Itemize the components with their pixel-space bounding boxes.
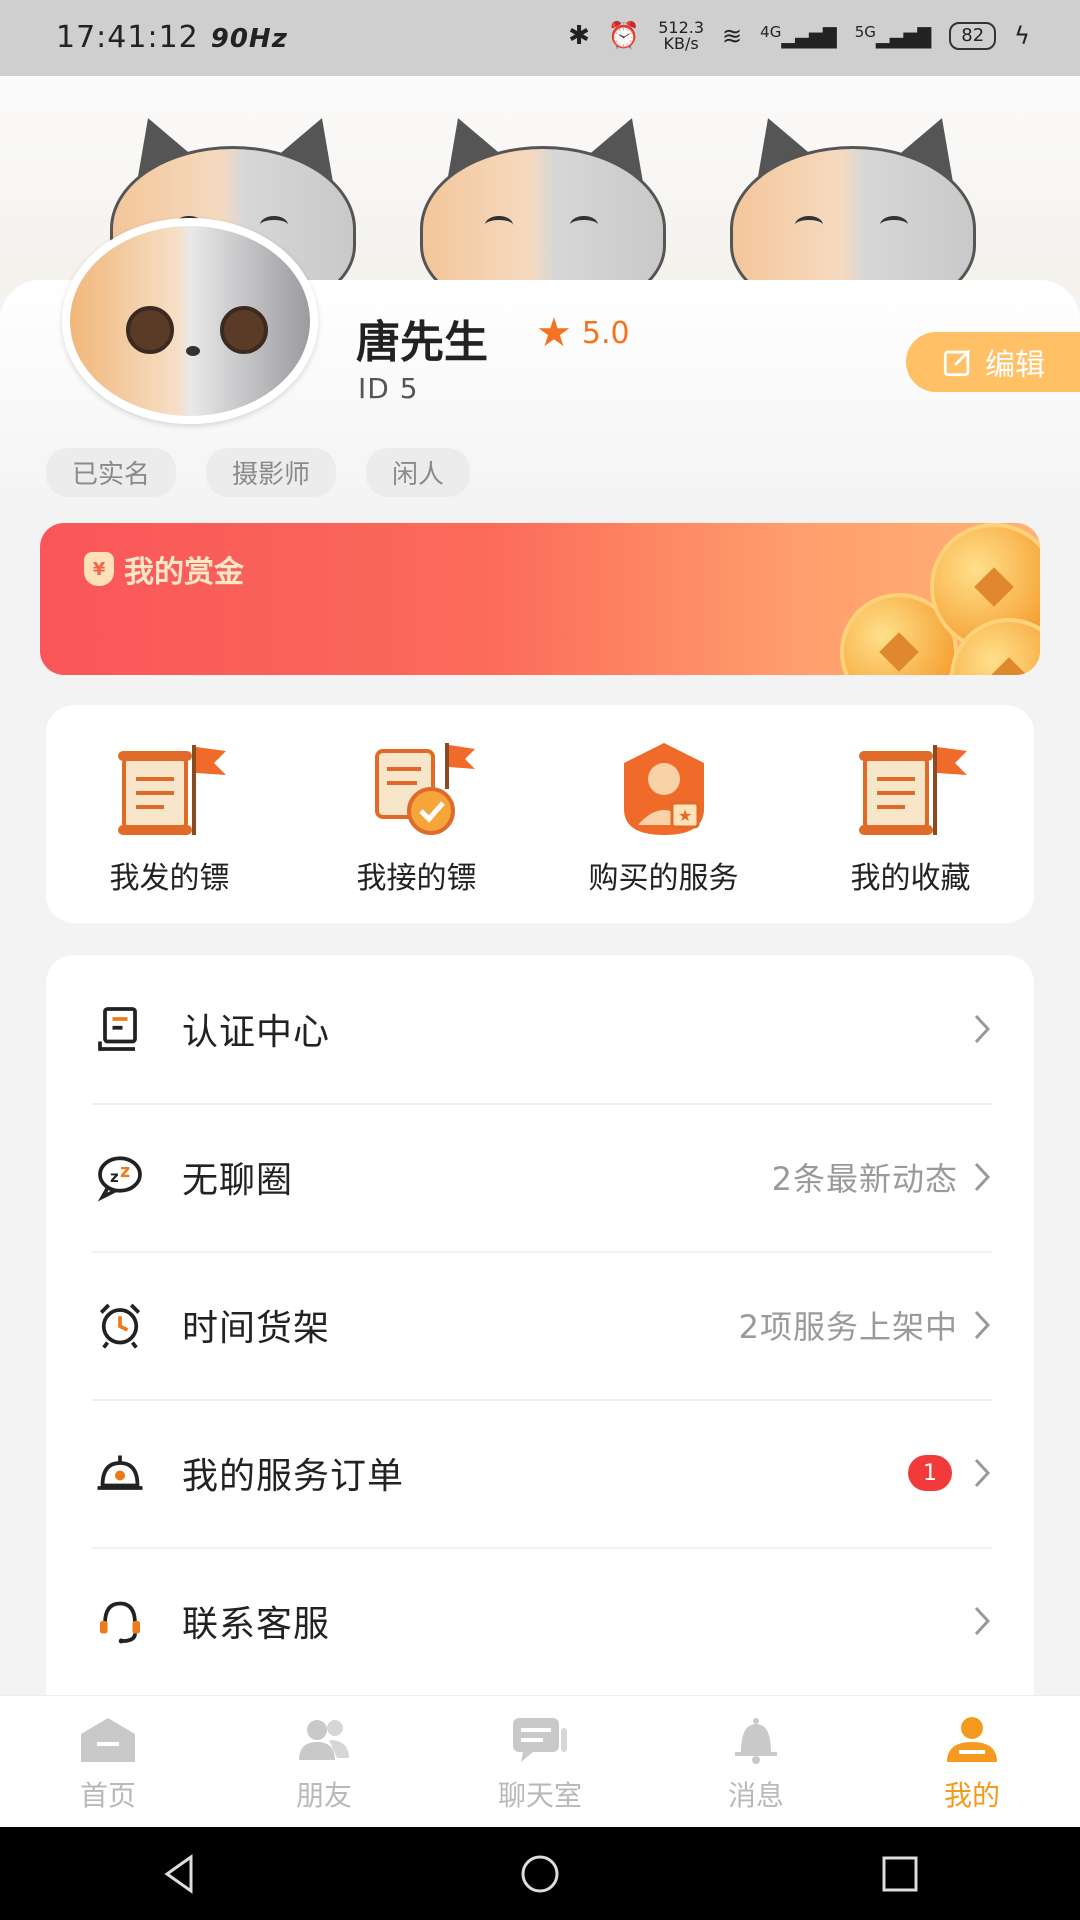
chevron-right-icon: [974, 1606, 991, 1636]
menu-item-my-service-orders[interactable]: 我的服务订单 1: [92, 1399, 992, 1549]
svg-text:z: z: [110, 1168, 119, 1186]
chevron-right-icon: [974, 1458, 991, 1488]
tab-label: 消息: [727, 1779, 784, 1812]
avatar[interactable]: [62, 218, 318, 424]
chevron-right-icon: [974, 1310, 991, 1340]
network-4g-label: 4G: [760, 23, 782, 41]
status-bar: 17:41:12 90Hz ✱ ⏰ 512.3 KB/s ≋ 4G▂▄▆█ 5G▂…: [0, 0, 1080, 76]
notification-badge: 1: [908, 1455, 952, 1491]
quick-action-purchased-services[interactable]: ★ 购买的服务: [540, 705, 787, 923]
tag-idle: 闲人: [366, 448, 471, 497]
system-navigation-bar: [0, 1827, 1080, 1920]
edit-icon: [943, 349, 971, 377]
tab-label: 我的: [943, 1779, 1000, 1812]
tab-friends[interactable]: 朋友: [216, 1696, 432, 1828]
user-name: 唐先生: [356, 317, 488, 368]
quick-action-label: 我接的镖: [356, 861, 477, 896]
service-bell-icon: [92, 1445, 148, 1501]
tab-label: 聊天室: [497, 1779, 582, 1812]
quick-action-label: 我发的镖: [109, 861, 230, 896]
signal-icon-4g: 4G▂▄▆█: [760, 23, 837, 49]
my-bounty-banner[interactable]: ¥ 我的赏金: [40, 523, 1040, 675]
signal-icon-5g: 5G▂▄▆█: [854, 23, 932, 49]
menu-item-label: 联系客服: [182, 1604, 331, 1645]
network-speed: 512.3 KB/s: [658, 20, 704, 52]
edit-profile-button[interactable]: 编辑: [906, 332, 1080, 392]
menu-item-certification-center[interactable]: 认证中心: [92, 955, 992, 1105]
chatroom-icon: [513, 1718, 567, 1762]
battery-level: 82: [961, 25, 985, 46]
money-bag-symbol: ¥: [92, 558, 106, 580]
money-bag-icon: ¥: [84, 552, 114, 586]
home-circle-icon[interactable]: [515, 1849, 565, 1899]
menu-item-boring-circle[interactable]: zz 无聊圈 2条最新动态: [92, 1103, 992, 1253]
alarm-icon: ⏰: [607, 21, 641, 51]
tab-messages[interactable]: 消息: [648, 1696, 864, 1828]
quick-action-label: 购买的服务: [588, 861, 739, 896]
tag-photographer: 摄影师: [206, 448, 337, 497]
chevron-right-icon: [974, 1162, 991, 1192]
quick-action-label: 我的收藏: [850, 861, 971, 896]
status-icons: ✱ ⏰ 512.3 KB/s ≋ 4G▂▄▆█ 5G▂▄▆█ 82 ϟ: [568, 20, 1030, 52]
bluetooth-icon: ✱: [568, 21, 590, 51]
scroll-flag-icon: [117, 745, 226, 835]
menu-item-time-shelf[interactable]: 时间货架 2项服务上架中: [92, 1251, 992, 1401]
headset-icon: [92, 1593, 148, 1649]
tab-chatroom[interactable]: 聊天室: [432, 1696, 648, 1828]
zz-chat-icon: zz: [92, 1149, 148, 1205]
clock-text: 17:41:12: [56, 20, 199, 55]
menu-item-extra: 2条最新动态: [771, 1160, 958, 1198]
refresh-rate: 90Hz: [210, 24, 288, 54]
back-icon[interactable]: [155, 1849, 205, 1899]
chevron-right-icon: [974, 1014, 991, 1044]
bounty-title-text: 我的赏金: [124, 555, 244, 590]
tab-home[interactable]: 首页: [0, 1696, 216, 1828]
quick-actions: 我发的镖 我接的镖 ★ 购买的服务 我的收藏: [46, 705, 1034, 923]
service-person-icon: ★: [623, 743, 704, 835]
menu-item-label: 我的服务订单: [182, 1456, 405, 1497]
user-id: ID 5: [358, 372, 419, 405]
quick-action-my-accepted-escorts[interactable]: 我接的镖: [293, 705, 540, 923]
rating-value: 5.0: [581, 315, 630, 351]
bottom-tab-bar: 首页 朋友 聊天室 消息 我的: [0, 1695, 1080, 1828]
tag-verified: 已实名: [46, 448, 177, 497]
menu-item-label: 认证中心: [182, 1012, 331, 1053]
menu-list: 认证中心 zz 无聊圈 2条最新动态 时间货架 2项服务上架中 我的服务订单 1…: [46, 955, 1034, 1695]
charging-icon: ϟ: [1014, 22, 1030, 50]
quick-action-my-favorites[interactable]: 我的收藏: [787, 705, 1034, 923]
svg-text:z: z: [120, 1162, 130, 1182]
recents-icon[interactable]: [875, 1849, 925, 1899]
banner-cat-illustration: [700, 104, 1000, 296]
tab-label: 首页: [79, 1779, 136, 1812]
bounty-title: ¥ 我的赏金: [84, 547, 244, 591]
banner-cat-illustration: [390, 104, 690, 296]
menu-item-contact-support[interactable]: 联系客服: [92, 1547, 992, 1695]
star-icon: ★: [536, 310, 572, 356]
edit-label: 编辑: [985, 348, 1045, 383]
rating: ★ 5.0: [536, 313, 630, 353]
wifi-icon: ≋: [722, 22, 743, 50]
menu-item-label: 无聊圈: [182, 1160, 294, 1201]
scroll-flag-icon: [858, 745, 967, 835]
bell-icon: [735, 1718, 777, 1764]
status-time: 17:41:12 90Hz: [56, 20, 288, 55]
certificate-icon: [92, 1001, 148, 1057]
alarm-clock-icon: [92, 1297, 148, 1353]
network-5g-label: 5G: [854, 23, 876, 41]
home-icon: [81, 1718, 135, 1762]
friends-icon: [299, 1720, 349, 1760]
battery-icon: 82: [949, 22, 997, 50]
tab-label: 朋友: [295, 1779, 352, 1812]
tab-mine[interactable]: 我的: [864, 1696, 1080, 1828]
speed-unit: KB/s: [663, 34, 699, 53]
menu-item-label: 时间货架: [182, 1308, 331, 1349]
menu-item-extra: 2项服务上架中: [738, 1308, 958, 1346]
profile-tags: 已实名 摄影师 闲人: [46, 448, 471, 497]
svg-text:★: ★: [677, 806, 691, 825]
profile-icon: [947, 1717, 997, 1762]
scroll-check-icon: [374, 743, 475, 835]
quick-action-my-posted-escorts[interactable]: 我发的镖: [46, 705, 293, 923]
